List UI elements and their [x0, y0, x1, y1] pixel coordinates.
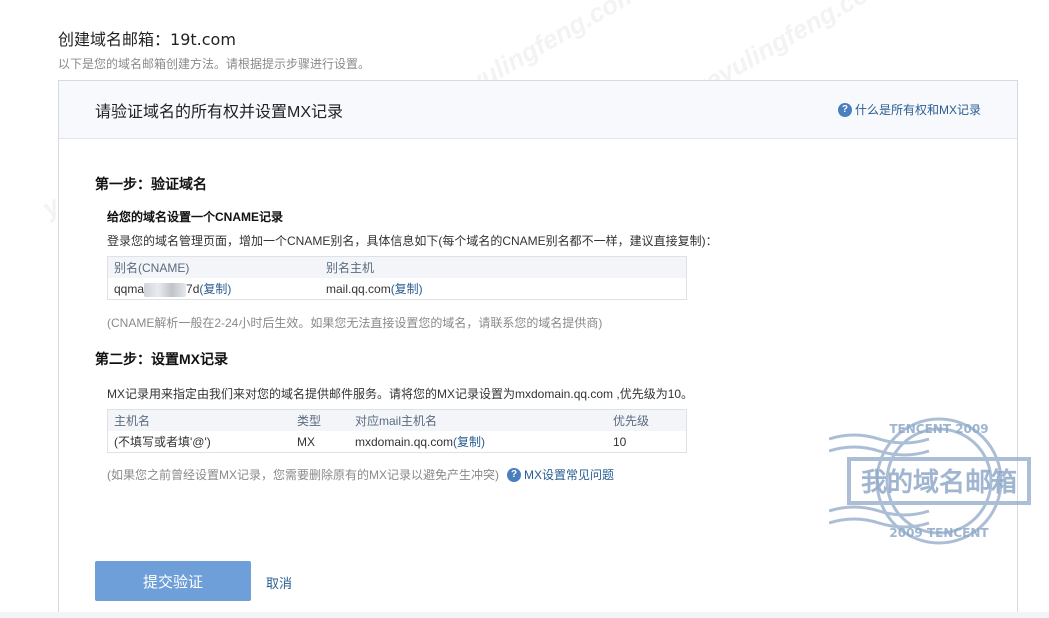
mx-note: (如果您之前曾经设置MX记录，您需要删除原有的MX记录以避免产生冲突) ? MX…	[107, 466, 614, 483]
step1-title: 第一步：验证域名	[95, 176, 207, 192]
ownership-help-link[interactable]: ? 什么是所有权和MX记录	[837, 101, 981, 118]
page-header: 创建域名邮箱：19t.com 以下是您的域名邮箱创建方法。请根据提示步骤进行设置…	[58, 26, 370, 72]
mx-mail-host: mxdomain.qq.com(复制)	[349, 433, 607, 450]
cname-value: qqma 7d(复制)	[108, 280, 320, 297]
mx-table: 主机名 类型 对应mail主机名 优先级 (不填写或者填'@') MX mxdo…	[107, 409, 687, 453]
redacted-region	[144, 282, 187, 297]
submit-verify-button[interactable]: 提交验证	[95, 561, 251, 601]
copy-host-link[interactable]: (复制)	[391, 282, 423, 296]
table-row: qqma 7d(复制) mail.qq.com(复制)	[108, 278, 686, 299]
question-icon: ?	[507, 467, 521, 482]
column-header: 别名(CNAME)	[114, 261, 190, 275]
column-header: 类型	[297, 414, 322, 428]
mx-priority: 10	[613, 434, 627, 449]
cname-note: (CNAME解析一般在2-24小时后生效。如果您无法直接设置您的域名，请联系您的…	[107, 316, 603, 330]
verify-panel: 请验证域名的所有权并设置MX记录 ? 什么是所有权和MX记录 第一步：验证域名 …	[58, 80, 1031, 618]
step1-subtitle: 给您的域名设置一个CNAME记录	[107, 210, 283, 224]
column-header: 主机名	[114, 414, 151, 428]
stamp-arc-bottom: 2009 TENCENT	[889, 526, 989, 540]
cname-host: mail.qq.com(复制)	[320, 280, 423, 297]
copy-mx-link[interactable]: (复制)	[453, 435, 485, 449]
page-title: 创建域名邮箱：19t.com	[58, 26, 370, 50]
mx-help-label: MX设置常见问题	[524, 468, 615, 482]
column-header: 别名主机	[326, 261, 375, 275]
stamp-text: 我的域名邮箱	[861, 467, 1017, 498]
cancel-link[interactable]: 取消	[266, 573, 292, 592]
panel-header: 请验证域名的所有权并设置MX记录 ? 什么是所有权和MX记录	[59, 81, 1017, 139]
copy-cname-link[interactable]: (复制)	[199, 282, 231, 296]
step2-description: MX记录用来指定由我们来对您的域名提供邮件服务。请将您的MX记录设置为mxdom…	[107, 387, 694, 401]
mx-help-link[interactable]: ? MX设置常见问题	[507, 466, 614, 483]
mx-note-text: (如果您之前曾经设置MX记录，您需要删除原有的MX记录以避免产生冲突)	[107, 468, 499, 482]
page-title-prefix: 创建域名邮箱：	[58, 32, 171, 49]
ownership-help-label: 什么是所有权和MX记录	[854, 103, 981, 117]
stamp-arc-top: TENCENT 2009	[889, 422, 988, 436]
panel-title: 请验证域名的所有权并设置MX记录	[95, 103, 344, 121]
step1-description: 登录您的域名管理页面，增加一个CNAME别名，具体信息如下(每个域名的CNAME…	[107, 234, 718, 248]
column-header: 优先级	[613, 414, 650, 428]
page-subtitle: 以下是您的域名邮箱创建方法。请根据提示步骤进行设置。	[58, 57, 371, 71]
mx-host: (不填写或者填'@')	[114, 435, 211, 449]
bottom-bar	[0, 612, 1049, 618]
mx-type: MX	[297, 434, 315, 449]
question-icon: ?	[837, 102, 852, 117]
cname-suffix: 7d	[186, 282, 200, 296]
table-header-row: 别名(CNAME) 别名主机	[108, 257, 686, 278]
domain-name: 19t.com	[170, 30, 236, 49]
cname-prefix: qqma	[114, 282, 145, 296]
cname-table: 别名(CNAME) 别名主机 qqma 7d(复制) mail.qq.com(复制…	[107, 256, 687, 300]
table-row: (不填写或者填'@') MX mxdomain.qq.com(复制) 10	[108, 431, 686, 452]
mx-mail-host-value: mxdomain.qq.com	[355, 435, 454, 449]
cname-host-value: mail.qq.com	[326, 282, 391, 296]
column-header: 对应mail主机名	[355, 414, 438, 428]
table-header-row: 主机名 类型 对应mail主机名 优先级	[108, 410, 686, 431]
step2-title: 第二步：设置MX记录	[95, 351, 228, 367]
postmark-stamp-icon: 我的域名邮箱 TENCENT 2009 2009 TENCENT	[829, 417, 1031, 545]
